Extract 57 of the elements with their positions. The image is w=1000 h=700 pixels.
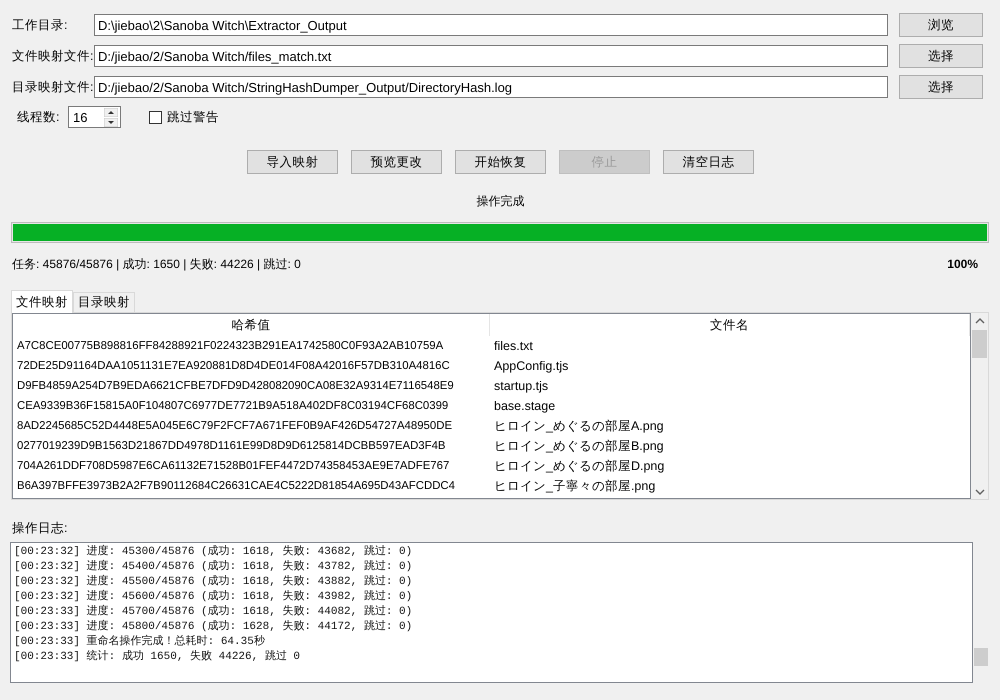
- field-label: 目录映射文件:: [12, 78, 94, 96]
- table-cell-text: AppConfig.tjs: [493, 358, 570, 375]
- number-spinner[interactable]: 16: [68, 106, 121, 128]
- browse-button[interactable]: 选择: [899, 44, 983, 68]
- tab[interactable]: 文件映射: [11, 290, 73, 313]
- action-button[interactable]: 开始恢复: [455, 150, 546, 174]
- chevron-up-icon[interactable]: [974, 318, 984, 324]
- field-label: 文件映射文件:: [12, 48, 94, 64]
- caret-up-icon[interactable]: [104, 108, 118, 116]
- chevron-down-icon[interactable]: [974, 489, 984, 495]
- table-cell-text: 704A261DDF708D5987E6CA61132E71528B01FEF4472D74358453AE9E7ADFE767: [16, 459, 450, 474]
- browse-button[interactable]: 选择: [899, 75, 983, 99]
- scrollbar[interactable]: [971, 313, 988, 499]
- log-line: [00:23:33] 重命名操作完成！总耗时: 64.35秒: [14, 635, 266, 650]
- column-header[interactable]: 哈希值: [13, 314, 490, 336]
- browse-button[interactable]: 浏览: [899, 13, 983, 37]
- action-button[interactable]: 预览更改: [351, 150, 442, 174]
- checkbox[interactable]: [149, 110, 162, 124]
- table-cell-text: startup.tjs: [493, 378, 550, 395]
- path-field[interactable]: D:\jiebao\2\Sanoba Witch\Extractor_Output: [94, 14, 888, 36]
- table-cell-text: base.stage: [493, 398, 556, 415]
- action-button[interactable]: 清空日志: [663, 150, 754, 174]
- progress-summary: 任务: 45876/45876 | 成功: 1650 | 失败: 44226 | 跳过: 0: [12, 256, 301, 272]
- scrollbar-thumb[interactable]: [972, 330, 987, 358]
- table-cell-text: 8AD2245685C52D4448E5A045E6C79F2FCF7A671FEF0B9AF426D54727A48950DE: [16, 419, 454, 434]
- path-field[interactable]: D:/jiebao/2/Sanoba Witch/files_match.txt: [94, 45, 888, 67]
- status-text: 操作完成: [476, 194, 524, 208]
- log-box[interactable]: [10, 542, 973, 683]
- table-cell-text: 0277019239D9B1563D21867DD4978D1161E99D8D9D6125814DCBB597EAD3F4B: [16, 439, 447, 454]
- caret-down-icon[interactable]: [104, 118, 118, 126]
- log-line: [00:23:33] 统计: 成功 1650, 失败 44226, 跳过 0: [14, 650, 302, 665]
- log-line: [00:23:32] 进度: 45300/45876 (成功: 1618, 失败: 43682, 跳过: 0): [14, 545, 414, 560]
- log-line: [00:23:33] 进度: 45700/45876 (成功: 1618, 失败: 44082, 跳过: 0): [14, 605, 414, 620]
- log-label: 操作日志:: [12, 521, 68, 535]
- table-cell-text: ヒロイン_めぐるの部屋D.png: [493, 458, 666, 475]
- table-cell-text: CEA9339B36F15815A0F104807C6977DE7721B9A518A402DF8C03194CF68C0399: [16, 399, 450, 414]
- action-button[interactable]: 导入映射: [247, 150, 338, 174]
- log-line: [00:23:32] 进度: 45400/45876 (成功: 1618, 失败: 43782, 跳过: 0): [14, 560, 414, 574]
- column-header[interactable]: 文件名: [490, 314, 970, 336]
- log-line: [00:23:32] 进度: 45600/45876 (成功: 1618, 失败: 43982, 跳过: 0): [14, 590, 414, 604]
- table-cell-text: ヒロイン_めぐるの部屋A.png: [493, 418, 665, 435]
- table-cell-text: B6A397BFFE3973B2A2F7B90112684C26631CAE4C5222D81854A695D43AFCDDC4: [16, 479, 456, 494]
- tab[interactable]: 目录映射: [73, 292, 135, 312]
- table-cell-text: ヒロイン_めぐるの部屋B.png: [493, 438, 665, 455]
- table-cell-text: A7C8CE00775B898816FF84288921F0224323B291EA1742580C0F93A2AB10759A: [16, 339, 444, 354]
- table-cell-text: ヒロイン_子寧々の部屋.png: [493, 478, 656, 495]
- table-cell-text: files.txt: [493, 338, 534, 355]
- field-label: 线程数:: [17, 108, 60, 126]
- checkbox-label: 跳过警告: [167, 108, 219, 126]
- path-field[interactable]: D:/jiebao/2/Sanoba Witch/StringHashDumper_Output/DirectoryHash.log: [94, 76, 888, 98]
- log-line: [00:23:33] 进度: 45800/45876 (成功: 1628, 失败: 44172, 跳过: 0): [14, 620, 414, 634]
- field-label: 工作目录:: [12, 16, 68, 34]
- log-line: [00:23:32] 进度: 45500/45876 (成功: 1618, 失败: 43882, 跳过: 0): [14, 575, 414, 590]
- table-cell-text: D9FB4859A254D7B9EDA6621CFBE7DFD9D428082090CA08E32A9314E7116548E9: [16, 379, 455, 394]
- scrollbar-thumb[interactable]: [974, 648, 988, 666]
- table-cell-text: 72DE25D91164DAA1051131E7EA920881D8D4DE014F08A42016F57DB310A4816C: [16, 359, 451, 374]
- progress-percent: 100%: [947, 256, 978, 272]
